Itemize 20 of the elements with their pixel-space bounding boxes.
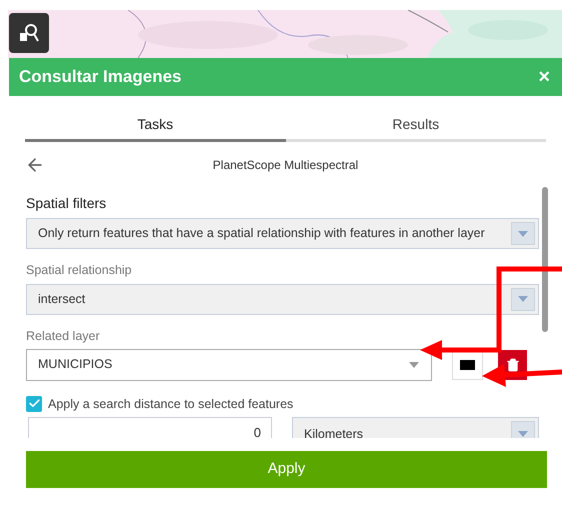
related-layer-dropdown[interactable]: MUNICIPIOS: [26, 348, 432, 380]
color-swatch: [460, 360, 475, 370]
panel-title: Consultar Imagenes: [19, 66, 182, 88]
color-swatch-button[interactable]: [452, 350, 483, 380]
filter-mode-dropdown[interactable]: Only return features that have a spatial relationship with features in another layer: [26, 218, 539, 249]
task-title: PlanetScope Multiespectral: [212, 157, 360, 174]
section-title: Spatial filters: [26, 194, 108, 213]
field-label: Spatial relationship: [26, 262, 133, 279]
checkbox[interactable]: [26, 396, 42, 412]
distance-field[interactable]: 0: [28, 417, 272, 438]
field-label: Related layer: [26, 328, 101, 345]
unit-dropdown[interactable]: Kilometers: [292, 417, 539, 438]
tab[interactable]: Tasks: [25, 110, 286, 142]
image-search-button[interactable]: [9, 13, 49, 53]
trash-icon: [506, 358, 520, 372]
dropdown-arrow-icon: [409, 362, 419, 368]
checkbox-label: Apply a search distance to selected features: [48, 396, 294, 413]
tab[interactable]: Results: [286, 110, 546, 142]
scrollbar[interactable]: [542, 187, 548, 332]
spatial-relationship-dropdown[interactable]: intersect: [26, 284, 539, 315]
